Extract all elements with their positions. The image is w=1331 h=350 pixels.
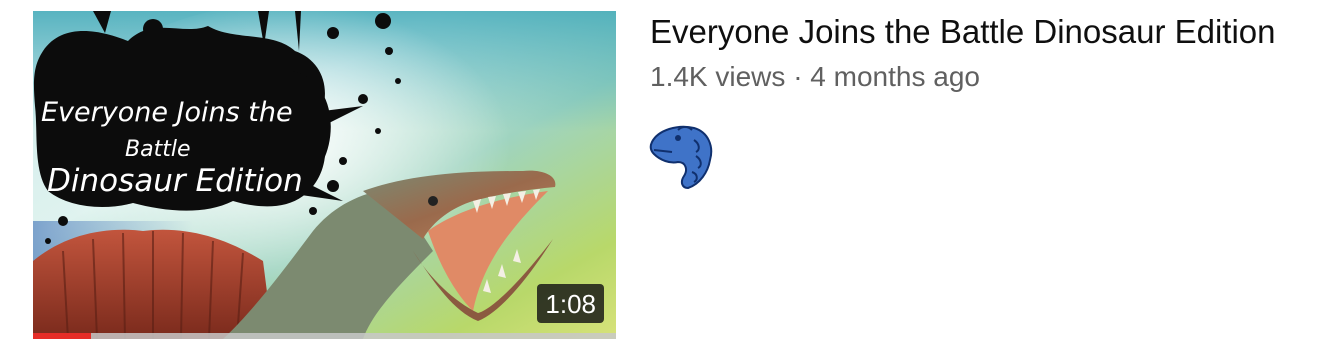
thumbnail-text-line1: Everyone Joins the <box>41 97 293 128</box>
thumbnail-image: Everyone Joins the Battle Dinosaur Editi… <box>33 11 616 339</box>
thumbnail-text-line3: Dinosaur Edition <box>47 163 303 199</box>
video-title[interactable]: Everyone Joins the Battle Dinosaur Editi… <box>650 12 1330 52</box>
video-thumbnail[interactable]: Everyone Joins the Battle Dinosaur Editi… <box>33 11 616 339</box>
duration-badge: 1:08 <box>537 284 604 323</box>
video-meta: Everyone Joins the Battle Dinosaur Editi… <box>650 12 1330 94</box>
watch-progress-fill <box>33 333 92 339</box>
channel-avatar[interactable] <box>648 122 716 190</box>
watch-progress-bar <box>33 333 616 339</box>
view-count: 1.4K views <box>650 61 786 92</box>
video-stats: 1.4K views · 4 months ago <box>650 60 1330 94</box>
thumbnail-text-line2: Battle <box>125 137 190 162</box>
blue-dinosaur-avatar-icon <box>649 125 713 190</box>
stats-separator: · <box>793 61 803 92</box>
upload-age: 4 months ago <box>810 61 980 92</box>
